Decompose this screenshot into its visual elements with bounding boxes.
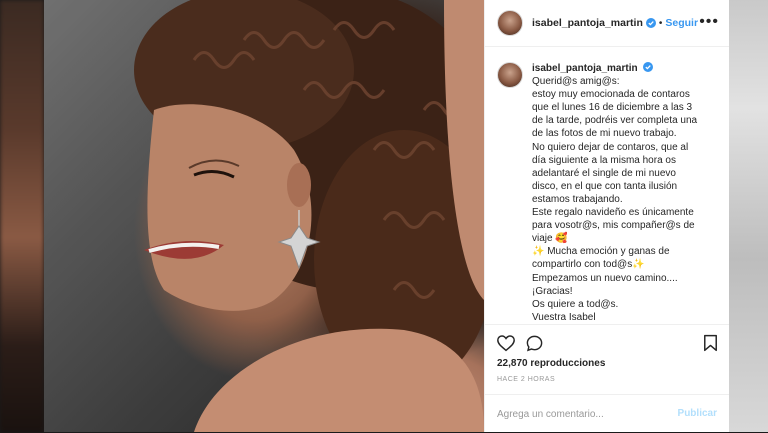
post-timestamp[interactable]: HACE 2 HORAS (497, 376, 555, 383)
heart-icon[interactable] (496, 334, 516, 352)
separator-dot: • (658, 17, 663, 29)
caption-line: Este regalo navideño es únicamente (532, 207, 694, 219)
avatar[interactable] (497, 10, 523, 36)
blurred-background-right (728, 0, 768, 432)
caption-line: de las fotos de mi nuevo trabajo. (532, 128, 677, 140)
post-photo[interactable] (44, 0, 484, 432)
publish-button[interactable]: Publicar (678, 408, 717, 419)
views-count[interactable]: 22,870 reproducciones (497, 358, 605, 369)
caption-line: día siguiente a la misma hora os (532, 154, 676, 166)
caption-line: de la tarde, podréis ver completa una (532, 115, 698, 127)
photo-illustration (44, 0, 484, 432)
blurred-background-left (0, 0, 44, 432)
post-panel: isabel_pantoja_martin • Seguir ••• isabe… (484, 0, 729, 432)
caption-line: Os quiere a tod@s. (532, 298, 619, 310)
caption-line: estamos trabajando. (532, 193, 623, 205)
verified-icon (645, 18, 656, 28)
caption-line: No quiero dejar de contaros, que al (532, 141, 689, 153)
caption-line: ¡Gracias! (532, 285, 573, 297)
caption-text: isabel_pantoja_martin Querid@s amig@s: e… (532, 62, 717, 324)
comment-bar: Publicar (485, 394, 729, 433)
caption-line: Empezamos un nuevo camino.... (532, 272, 678, 284)
action-bar (485, 324, 729, 359)
caption-scroll-area[interactable]: isabel_pantoja_martin Querid@s amig@s: e… (485, 46, 729, 324)
caption-username[interactable]: isabel_pantoja_martin (532, 63, 638, 74)
comment-icon[interactable] (525, 334, 544, 353)
bookmark-icon[interactable] (703, 334, 718, 352)
caption-line: ✨ Mucha emoción y ganas de (532, 246, 670, 258)
caption-line: compartirlo con tod@s✨ (532, 259, 645, 271)
verified-icon (643, 62, 654, 72)
caption-line: Vuestra Isabel (532, 311, 596, 323)
follow-button[interactable]: Seguir (665, 17, 698, 29)
caption-line: para vosotr@s, mis compañer@s de (532, 220, 695, 232)
username-link[interactable]: isabel_pantoja_martin (532, 17, 643, 29)
caption-line: Querid@s amig@s: (532, 76, 620, 88)
caption-line: disco, en el que con tanta ilusión (532, 180, 678, 192)
comment-input[interactable] (497, 405, 677, 423)
caption-line: estoy muy emocionada de contaros (532, 89, 690, 101)
caption-line: que el lunes 16 de diciembre a las 3 (532, 102, 693, 114)
caption-avatar[interactable] (497, 62, 523, 88)
more-options-icon[interactable]: ••• (699, 14, 719, 30)
caption-line: viaje 🥰 (532, 233, 568, 245)
caption-line: adelantaré el single de mi nuevo (532, 167, 676, 179)
caption: isabel_pantoja_martin Querid@s amig@s: e… (497, 62, 717, 324)
post-header: isabel_pantoja_martin • Seguir ••• (485, 0, 729, 47)
